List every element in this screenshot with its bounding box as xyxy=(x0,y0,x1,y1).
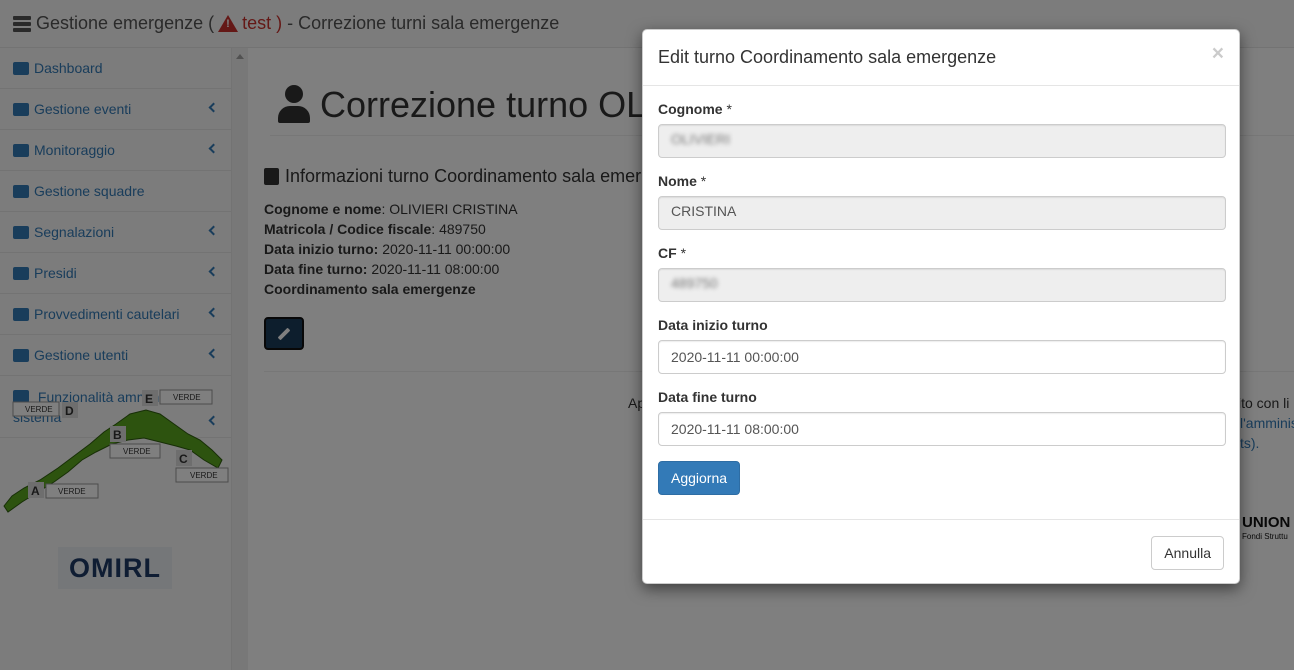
cognome-field[interactable]: OLIVIERI xyxy=(658,124,1226,158)
end-date-input[interactable] xyxy=(658,412,1226,446)
modal-title: Edit turno Coordinamento sala emergenze xyxy=(658,47,997,67)
cf-field[interactable]: 489750 xyxy=(658,268,1226,302)
start-date-label: Data inizio turno xyxy=(658,317,768,333)
start-date-input[interactable] xyxy=(658,340,1226,374)
modal-header: Edit turno Coordinamento sala emergenze … xyxy=(643,30,1239,86)
nome-group: Nome * CRISTINA xyxy=(658,173,1226,230)
modal-body: Cognome * OLIVIERI Nome * CRISTINA CF * … xyxy=(643,86,1239,520)
end-group: Data fine turno xyxy=(658,389,1226,446)
aggiorna-button[interactable]: Aggiorna xyxy=(658,461,741,495)
cognome-label: Cognome * xyxy=(658,101,732,117)
annulla-button[interactable]: Annulla xyxy=(1151,536,1224,570)
required-marker: * xyxy=(726,101,732,117)
required-marker: * xyxy=(680,245,687,261)
nome-value: CRISTINA xyxy=(671,203,737,219)
cognome-value: OLIVIERI xyxy=(671,131,731,147)
end-date-label: Data fine turno xyxy=(658,389,757,405)
required-marker: * xyxy=(700,173,707,189)
modal-footer: Annulla xyxy=(643,520,1239,584)
cf-label: CF * xyxy=(658,245,687,261)
nome-field[interactable]: CRISTINA xyxy=(658,196,1226,230)
edit-shift-modal: Edit turno Coordinamento sala emergenze … xyxy=(642,29,1240,584)
cf-value: 489750 xyxy=(671,275,718,291)
close-icon[interactable]: × xyxy=(1212,43,1224,64)
cognome-group: Cognome * OLIVIERI xyxy=(658,101,1226,158)
cf-group: CF * 489750 xyxy=(658,245,1226,302)
nome-label: Nome * xyxy=(658,173,707,189)
start-group: Data inizio turno xyxy=(658,317,1226,374)
